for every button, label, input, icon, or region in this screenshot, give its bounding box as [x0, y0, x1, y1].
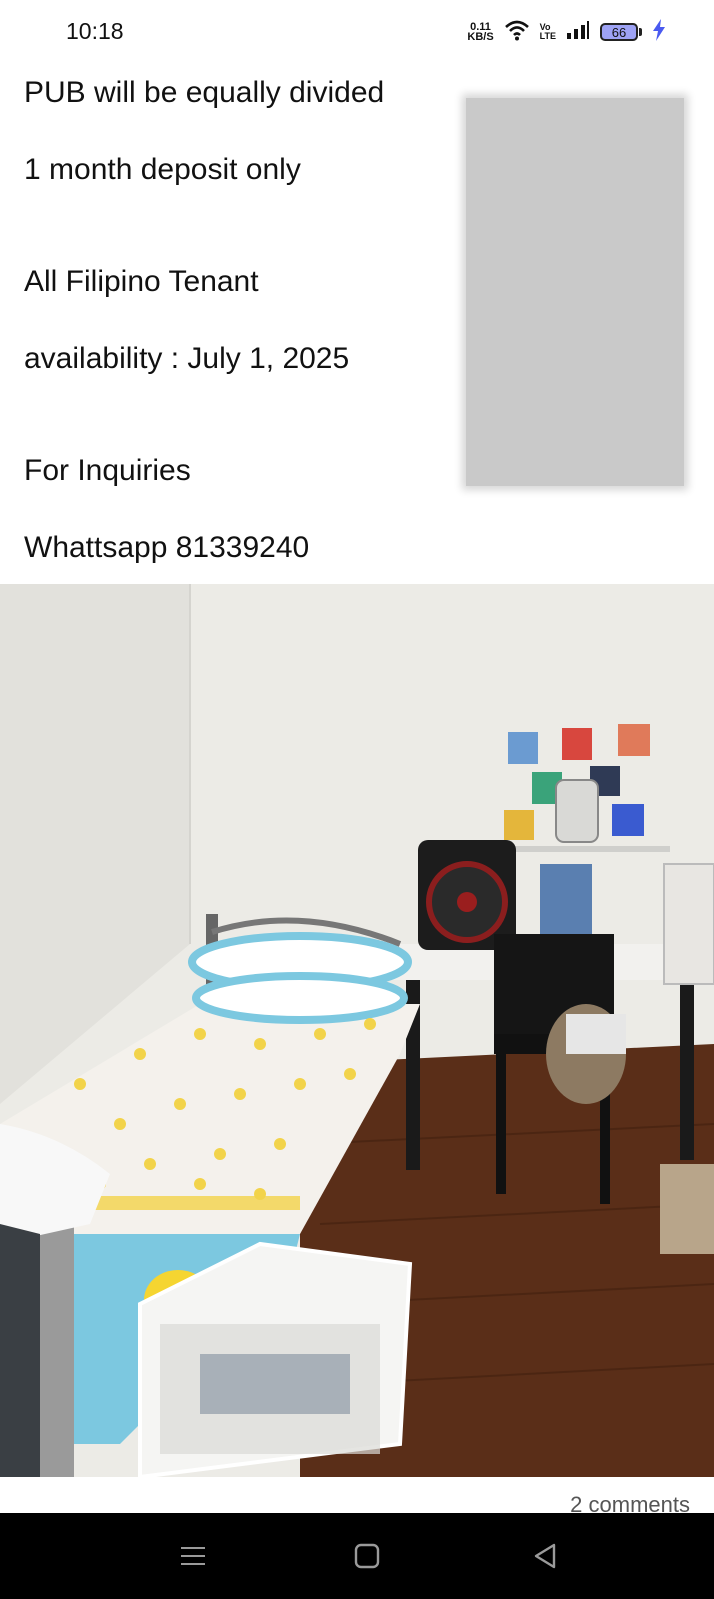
- box-fan: [418, 840, 516, 950]
- battery-level: 66: [600, 23, 638, 41]
- wifi-icon: [504, 19, 530, 46]
- network-speed-unit: KB/S: [467, 31, 494, 43]
- menu-icon[interactable]: [178, 1541, 208, 1571]
- network-speed: 0.11 KB/S: [467, 22, 494, 43]
- battery-icon: 66: [600, 23, 642, 41]
- volte-bottom: LTE: [539, 31, 556, 41]
- post-line-whatsapp: Whattsapp 81339240: [24, 531, 310, 564]
- home-icon[interactable]: [352, 1541, 382, 1571]
- back-icon[interactable]: [530, 1541, 560, 1571]
- post-line-inquiries: For Inquiries: [24, 454, 191, 487]
- signal-icon: [566, 20, 590, 45]
- post-line-availability: availability : July 1, 2025: [24, 342, 350, 375]
- redacted-image: [466, 98, 684, 486]
- post-line-deposit: 1 month deposit only: [24, 153, 301, 186]
- battery-tip: [639, 28, 642, 36]
- volte-indicator: Vo LTE: [540, 23, 556, 41]
- photo-cards: [540, 864, 592, 934]
- post-line-tenant: All Filipino Tenant: [24, 265, 259, 298]
- status-icons: 0.11 KB/S Vo LTE 66: [467, 18, 666, 46]
- charging-icon: [652, 18, 666, 46]
- clock: 10:18: [66, 18, 124, 44]
- status-bar: 10:18 0.11 KB/S Vo LTE 66: [0, 0, 714, 62]
- navigation-bar: [0, 1513, 714, 1599]
- room-photo[interactable]: [0, 584, 714, 1477]
- post-line-pub: PUB will be equally divided: [24, 76, 385, 109]
